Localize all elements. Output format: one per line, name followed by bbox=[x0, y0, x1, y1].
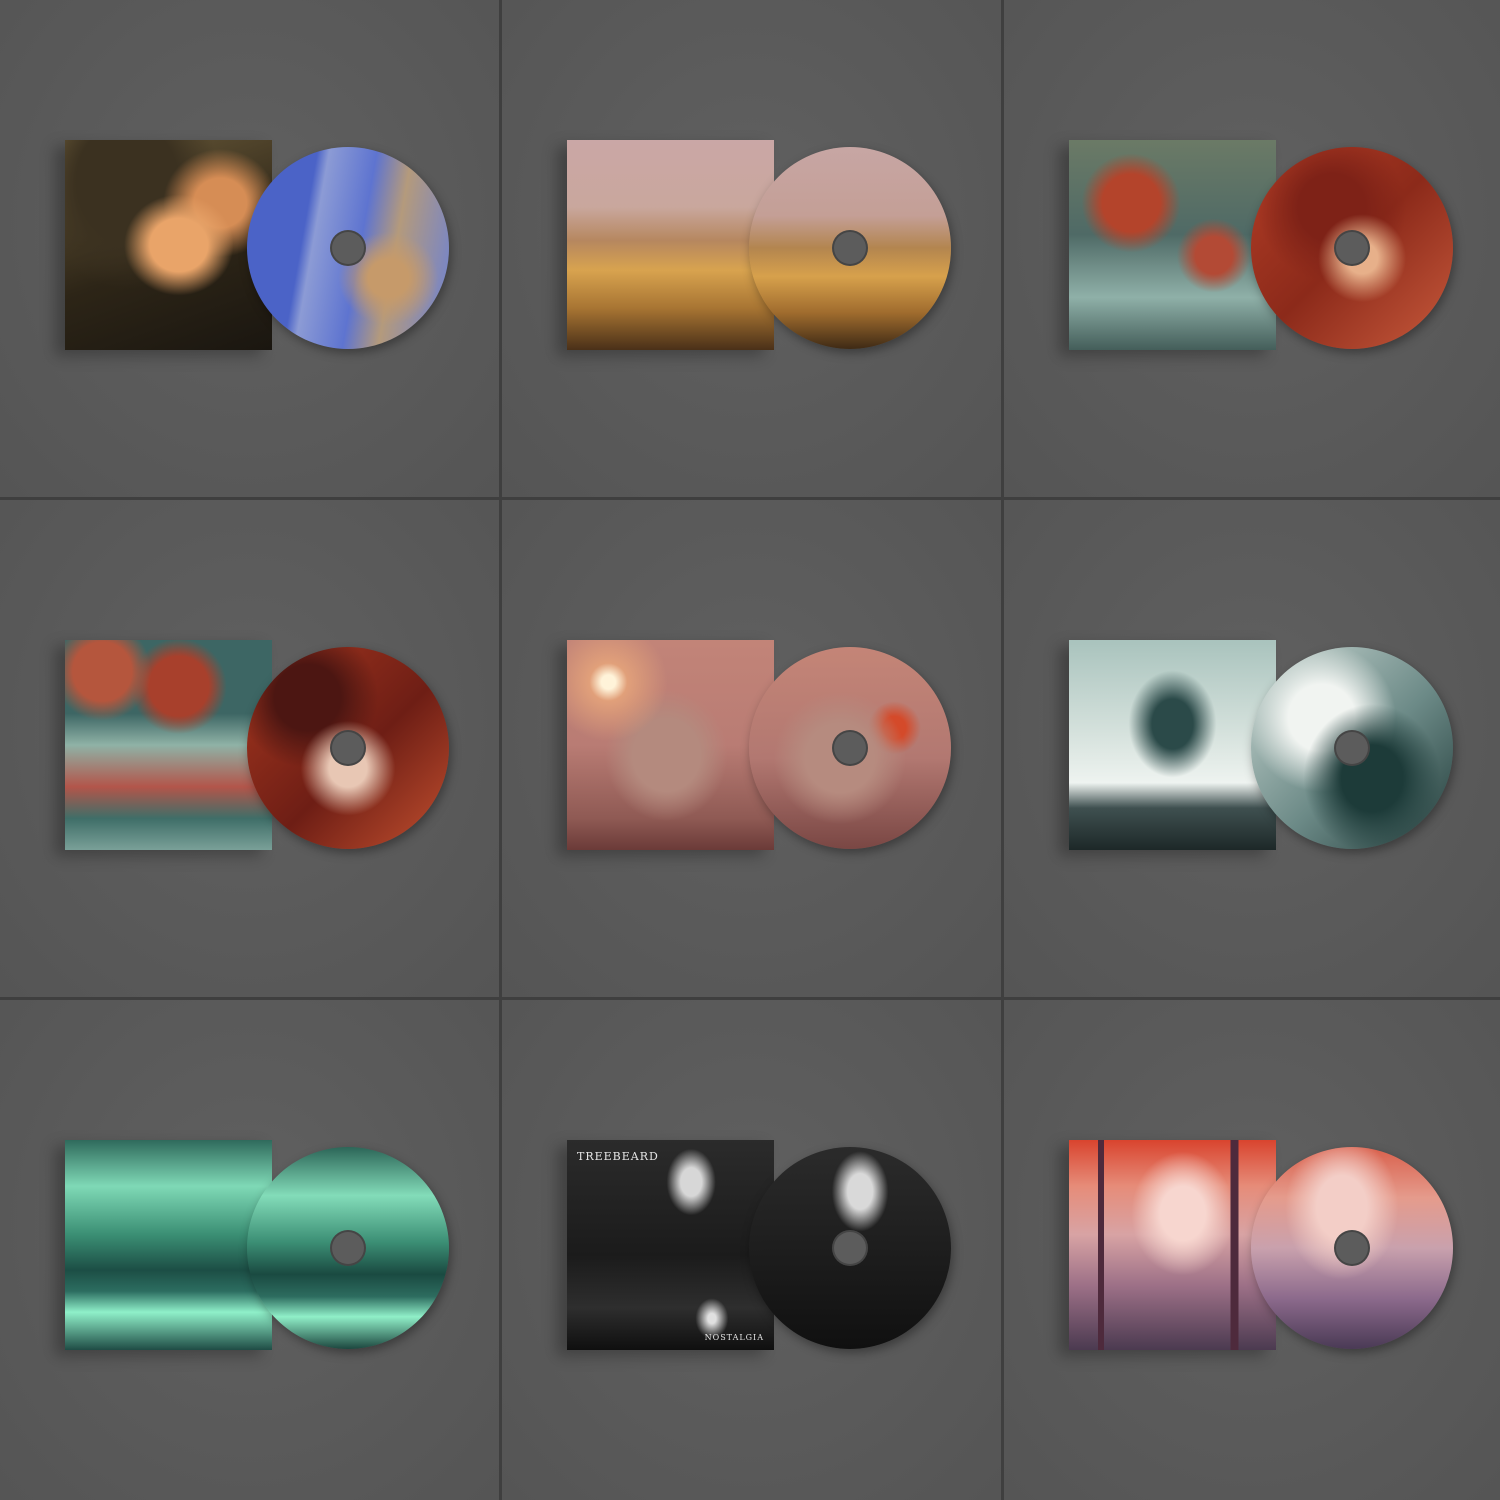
disc-hub bbox=[330, 1230, 366, 1266]
album-sleeve bbox=[65, 640, 272, 850]
cd-disc bbox=[749, 147, 951, 349]
cd-disc bbox=[247, 147, 449, 349]
album-title: NOSTALGIA bbox=[704, 1333, 764, 1342]
album-artist: TREEBEARD bbox=[577, 1150, 659, 1163]
album-sleeve bbox=[567, 640, 774, 850]
mockup-cell-4[interactable] bbox=[0, 500, 499, 997]
cd-disc bbox=[247, 647, 449, 849]
album-sleeve bbox=[1069, 1140, 1276, 1350]
cd-disc bbox=[749, 1147, 951, 1349]
album-sleeve bbox=[1069, 140, 1276, 350]
mockup-cell-1[interactable] bbox=[0, 0, 499, 497]
album-sleeve bbox=[567, 140, 774, 350]
cd-disc bbox=[1251, 147, 1453, 349]
disc-hub bbox=[1334, 230, 1370, 266]
cd-disc bbox=[749, 647, 951, 849]
album-sleeve: TREEBEARD NOSTALGIA bbox=[567, 1140, 774, 1350]
cd-disc bbox=[1251, 1147, 1453, 1349]
disc-hub bbox=[832, 230, 868, 266]
disc-hub bbox=[832, 1230, 868, 1266]
mockup-cell-2[interactable] bbox=[502, 0, 1001, 497]
disc-hub bbox=[330, 230, 366, 266]
mockup-grid: TREEBEARD NOSTALGIA bbox=[0, 0, 1500, 1500]
cd-disc bbox=[1251, 647, 1453, 849]
disc-hub bbox=[1334, 730, 1370, 766]
mockup-cell-5[interactable] bbox=[502, 500, 1001, 997]
album-sleeve bbox=[65, 140, 272, 350]
mockup-cell-9[interactable] bbox=[1004, 1000, 1500, 1500]
mockup-cell-3[interactable] bbox=[1004, 0, 1500, 497]
album-sleeve bbox=[1069, 640, 1276, 850]
disc-hub bbox=[832, 730, 868, 766]
album-sleeve bbox=[65, 1140, 272, 1350]
disc-hub bbox=[330, 730, 366, 766]
mockup-cell-7[interactable] bbox=[0, 1000, 499, 1500]
disc-hub bbox=[1334, 1230, 1370, 1266]
mockup-cell-6[interactable] bbox=[1004, 500, 1500, 997]
cd-disc bbox=[247, 1147, 449, 1349]
mockup-cell-8[interactable]: TREEBEARD NOSTALGIA bbox=[502, 1000, 1001, 1500]
